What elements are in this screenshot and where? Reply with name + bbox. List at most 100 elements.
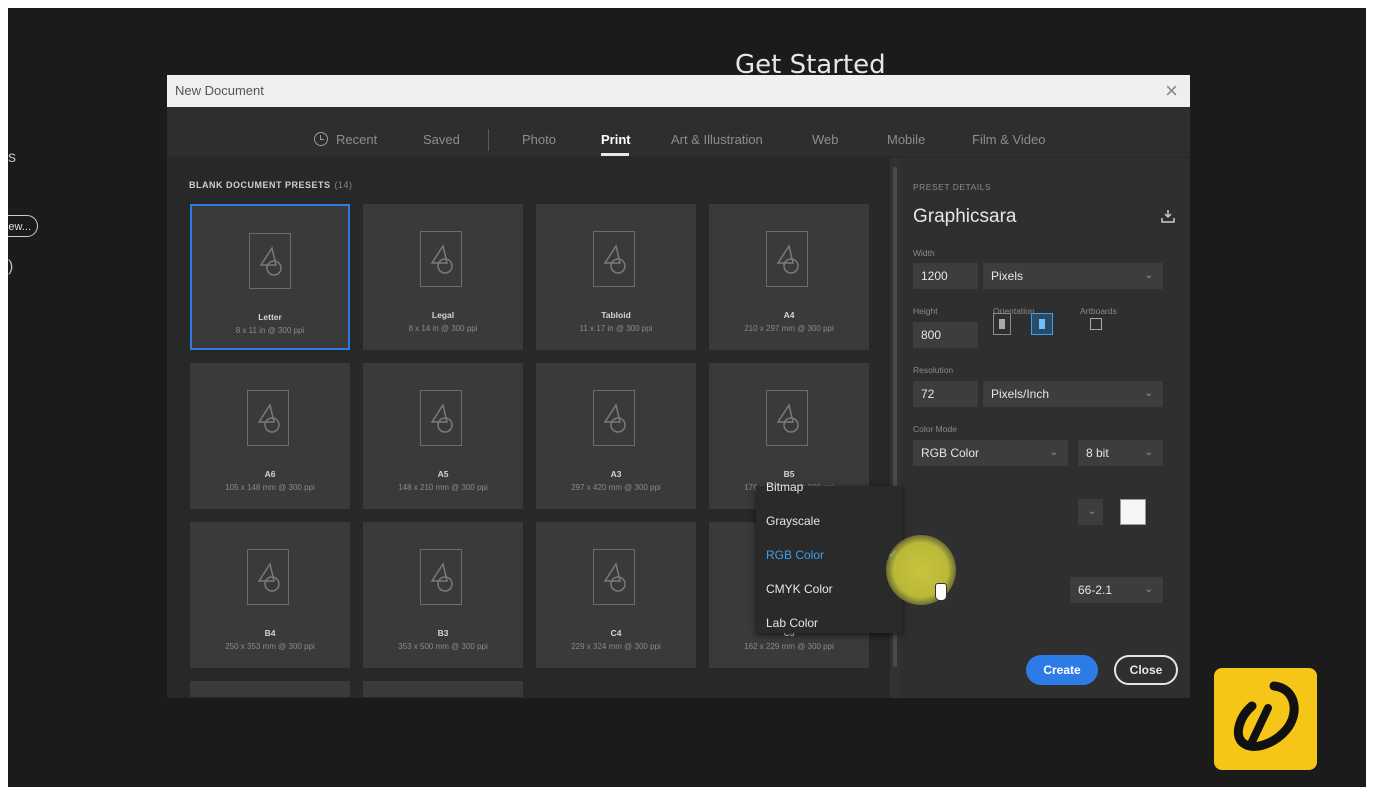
tab-film-video[interactable]: Film & Video	[972, 132, 1045, 147]
chevron-down-icon: ⌄	[1144, 447, 1153, 458]
left-partial-button[interactable]: ew...	[8, 215, 38, 237]
preset-size: 353 x 500 mm @ 300 ppi	[398, 642, 488, 651]
artboards-label: Artboards	[1080, 306, 1117, 316]
preset-name: A4	[783, 310, 795, 320]
preset-card[interactable]: C4 229 x 324 mm @ 300 ppi	[536, 522, 696, 668]
resolution-unit-value: Pixels/Inch	[991, 387, 1050, 401]
resolution-input[interactable]: 72	[913, 381, 978, 407]
document-preset-icon	[420, 549, 462, 605]
resolution-label: Resolution	[913, 365, 954, 375]
left-partial-text: s	[8, 149, 16, 166]
save-preset-icon[interactable]	[1161, 209, 1175, 223]
background-select[interactable]: ⌄	[1078, 499, 1103, 525]
preset-size: 105 x 148 mm @ 300 ppi	[225, 483, 315, 492]
preset-name: A6	[264, 469, 276, 479]
hand-cursor-icon	[935, 583, 947, 601]
preset-card[interactable]: A5 148 x 210 mm @ 300 ppi	[363, 363, 523, 509]
menu-item-cmyk-color[interactable]: CMYK Color	[766, 582, 833, 596]
bit-depth-value: 8 bit	[1086, 446, 1109, 460]
tab-art-illustration[interactable]: Art & Illustration	[671, 132, 763, 147]
preset-name: C4	[610, 628, 622, 638]
preset-card[interactable]: A6 105 x 148 mm @ 300 ppi	[190, 363, 350, 509]
width-unit-value: Pixels	[991, 269, 1024, 283]
preset-card[interactable]: Tabloid 11 x 17 in @ 300 ppi	[536, 204, 696, 350]
details-heading: PRESET DETAILS	[913, 182, 992, 192]
height-label: Height	[913, 306, 938, 316]
menu-item-rgb-color[interactable]: RGB Color	[766, 548, 824, 562]
preset-size: 162 x 229 mm @ 300 ppi	[744, 642, 834, 651]
dialog-titlebar: New Document ×	[167, 75, 1190, 107]
preset-card-partial[interactable]	[190, 681, 350, 697]
preset-card-partial[interactable]	[363, 681, 523, 697]
chevron-down-icon: ⌄	[1049, 447, 1058, 458]
menu-item-bitmap[interactable]: Bitmap	[766, 480, 803, 494]
dialog-title: New Document	[175, 83, 264, 98]
brand-logo	[1214, 668, 1317, 770]
document-preset-icon	[766, 390, 808, 446]
preset-card[interactable]: B3 353 x 500 mm @ 300 ppi	[363, 522, 523, 668]
document-preset-icon	[593, 231, 635, 287]
resolution-unit-select[interactable]: Pixels/Inch ⌄	[983, 381, 1163, 407]
create-button[interactable]: Create	[1026, 655, 1098, 685]
preset-card[interactable]: Letter 8 x 11 in @ 300 ppi	[190, 204, 350, 350]
menu-item-lab-color[interactable]: Lab Color	[766, 616, 818, 630]
category-tabs: Recent Saved Photo Print Art & Illustrat…	[167, 107, 1190, 158]
preset-size: 229 x 324 mm @ 300 ppi	[571, 642, 661, 651]
color-mode-menu: Bitmap Grayscale RGB Color ✓ CMYK Color …	[756, 480, 902, 633]
tab-saved[interactable]: Saved	[423, 132, 460, 147]
chevron-down-icon: ⌄	[1144, 584, 1153, 595]
color-mode-value: RGB Color	[921, 446, 980, 460]
preset-name: Letter	[258, 312, 282, 322]
color-profile-select[interactable]: 66-2.1 ⌄	[1070, 577, 1163, 603]
tab-print[interactable]: Print	[601, 132, 631, 147]
preset-details-panel: PRESET DETAILS Graphicsara Width 1200 Pi…	[900, 158, 1190, 698]
preset-card[interactable]: Legal 8 x 14 in @ 300 ppi	[363, 204, 523, 350]
height-input[interactable]: 800	[913, 322, 978, 348]
preset-size: 8 x 14 in @ 300 ppi	[408, 324, 478, 333]
preset-card[interactable]: A4 210 x 297 mm @ 300 ppi	[709, 204, 869, 350]
document-preset-icon	[247, 390, 289, 446]
artboards-checkbox[interactable]	[1090, 318, 1102, 330]
width-label: Width	[913, 248, 935, 258]
left-partial-paren: )	[8, 258, 14, 275]
close-icon[interactable]: ×	[1165, 78, 1178, 104]
color-mode-label: Color Mode	[913, 424, 957, 434]
menu-item-grayscale[interactable]: Grayscale	[766, 514, 820, 528]
close-button[interactable]: Close	[1114, 655, 1178, 685]
document-preset-icon	[247, 549, 289, 605]
chevron-down-icon: ⌄	[1144, 388, 1153, 399]
brand-logo-icon	[1233, 681, 1299, 751]
document-preset-icon	[593, 390, 635, 446]
background-color-swatch[interactable]	[1120, 499, 1146, 525]
new-document-dialog: New Document × Recent Saved Photo Print …	[167, 75, 1190, 698]
tab-separator	[488, 129, 489, 151]
portrait-orientation-icon[interactable]	[993, 313, 1011, 335]
preset-size: 210 x 297 mm @ 300 ppi	[744, 324, 834, 333]
document-name-input[interactable]: Graphicsara	[913, 206, 1017, 228]
presets-heading: BLANK DOCUMENT PRESETS (14)	[189, 180, 353, 190]
width-unit-select[interactable]: Pixels ⌄	[983, 263, 1163, 289]
document-preset-icon	[593, 549, 635, 605]
width-input[interactable]: 1200	[913, 263, 978, 289]
document-preset-icon	[249, 233, 291, 289]
tab-label: Recent	[336, 132, 378, 147]
tab-photo[interactable]: Photo	[522, 132, 556, 147]
active-tab-indicator	[601, 153, 629, 156]
landscape-orientation-icon[interactable]	[1031, 313, 1053, 335]
tab-web[interactable]: Web	[812, 132, 839, 147]
preset-size: 297 x 420 mm @ 300 ppi	[571, 483, 661, 492]
bit-depth-select[interactable]: 8 bit ⌄	[1078, 440, 1163, 466]
presets-heading-label: BLANK DOCUMENT PRESETS	[189, 180, 331, 190]
preset-size: 250 x 353 mm @ 300 ppi	[225, 642, 315, 651]
preset-size: 8 x 11 in @ 300 ppi	[235, 326, 305, 335]
presets-count: (14)	[334, 180, 353, 190]
preset-name: Tabloid	[601, 310, 631, 320]
preset-name: Legal	[431, 310, 455, 320]
tab-mobile[interactable]: Mobile	[887, 132, 925, 147]
color-mode-select[interactable]: RGB Color ⌄	[913, 440, 1068, 466]
preset-card[interactable]: A3 297 x 420 mm @ 300 ppi	[536, 363, 696, 509]
preset-name: B3	[437, 628, 449, 638]
preset-card[interactable]: B4 250 x 353 mm @ 300 ppi	[190, 522, 350, 668]
tab-recent[interactable]: Recent	[314, 132, 377, 147]
preset-name: A5	[437, 469, 449, 479]
